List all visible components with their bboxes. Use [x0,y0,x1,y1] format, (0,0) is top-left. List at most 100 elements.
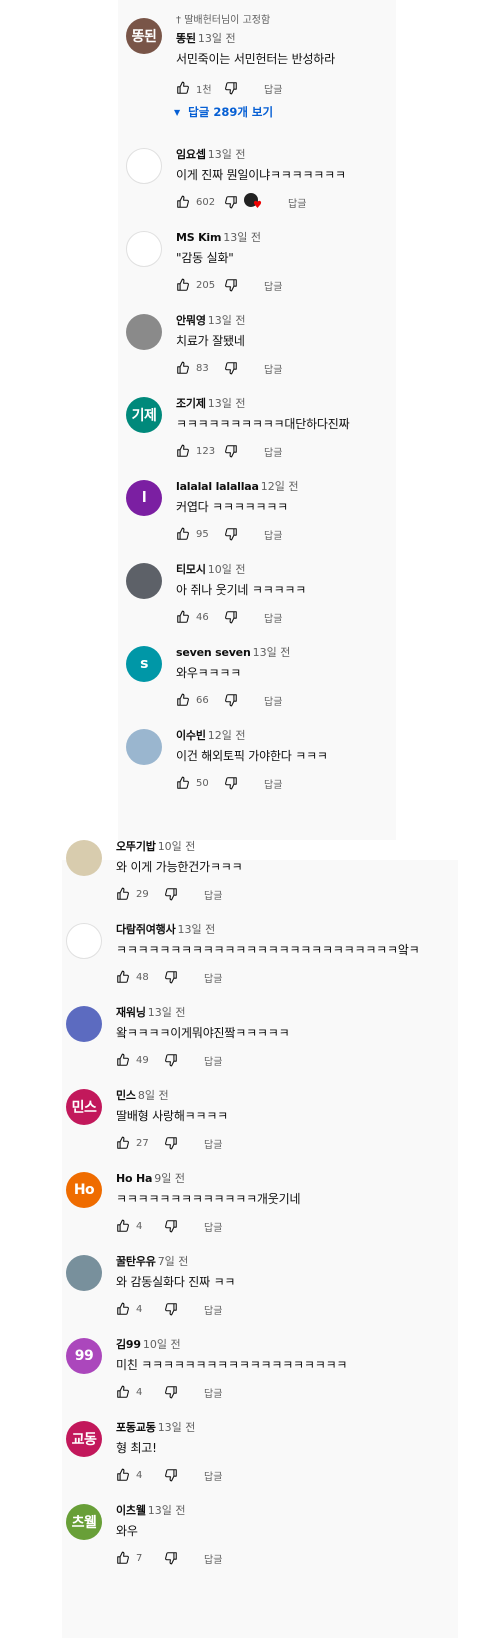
comment-time[interactable]: 8일 전 [138,1089,169,1102]
reply-button[interactable]: 답글 [204,1302,222,1317]
reply-button[interactable]: 답글 [264,444,282,459]
like-icon[interactable] [116,1385,130,1399]
avatar[interactable] [126,148,162,184]
comment-author[interactable]: seven seven [176,646,251,659]
comment-time[interactable]: 13일 전 [158,1421,196,1434]
like-icon[interactable] [116,1468,130,1482]
comment-time[interactable]: 12일 전 [208,729,246,742]
like-icon[interactable] [176,278,190,292]
comment-author[interactable]: 민스 [116,1089,136,1102]
like-icon[interactable] [176,776,190,790]
avatar[interactable]: Ho [66,1172,102,1208]
reply-button[interactable]: 답글 [204,887,222,902]
like-icon[interactable] [116,1219,130,1233]
dislike-icon[interactable] [164,1385,178,1399]
reply-button[interactable]: 답글 [264,527,282,542]
comment-author[interactable]: 이츠웰 [116,1504,146,1517]
comment-time[interactable]: 13일 전 [178,923,216,936]
like-icon[interactable] [176,444,190,458]
comment-author[interactable]: 안뭐영 [176,314,206,327]
like-icon[interactable] [176,527,190,541]
avatar[interactable]: 똥된 [126,18,162,54]
avatar[interactable] [66,923,102,959]
dislike-icon[interactable] [164,1302,178,1316]
comment-time[interactable]: 7일 전 [158,1255,189,1268]
comment-author[interactable]: MS Kim [176,231,221,244]
like-icon[interactable] [116,1302,130,1316]
reply-button[interactable]: 답글 [264,81,282,96]
avatar[interactable] [126,231,162,267]
dislike-icon[interactable] [224,776,238,790]
dislike-icon[interactable] [224,610,238,624]
avatar[interactable] [66,1255,102,1291]
avatar[interactable] [126,729,162,765]
dislike-icon[interactable] [224,361,238,375]
reply-button[interactable]: 답글 [264,361,282,376]
comment-author[interactable]: 이수빈 [176,729,206,742]
comment-author[interactable]: 조기제 [176,397,206,410]
avatar[interactable] [126,314,162,350]
comment-author[interactable]: 오뚜기밥 [116,840,156,853]
reply-button[interactable]: 답글 [288,195,306,210]
avatar[interactable] [66,840,102,876]
reply-button[interactable]: 답글 [264,693,282,708]
reply-button[interactable]: 답글 [264,610,282,625]
reply-button[interactable]: 답글 [204,1219,222,1234]
dislike-icon[interactable] [164,1136,178,1150]
comment-author[interactable]: 꿀탄우유 [116,1255,156,1268]
comment-author[interactable]: 재워닝 [116,1006,146,1019]
dislike-icon[interactable] [224,195,238,209]
dislike-icon[interactable] [164,887,178,901]
comment-time[interactable]: 13일 전 [148,1006,186,1019]
reply-button[interactable]: 답글 [264,278,282,293]
comment-author[interactable]: 김99 [116,1338,141,1351]
reply-button[interactable]: 답글 [204,1053,222,1068]
like-icon[interactable] [176,81,190,95]
comment-time[interactable]: 10일 전 [158,840,196,853]
avatar[interactable]: 츠웰 [66,1504,102,1540]
avatar[interactable]: l [126,480,162,516]
dislike-icon[interactable] [164,1219,178,1233]
avatar[interactable]: 99 [66,1338,102,1374]
comment-time[interactable]: 13일 전 [253,646,291,659]
reply-button[interactable]: 답글 [264,776,282,791]
dislike-icon[interactable] [224,81,238,95]
like-icon[interactable] [176,195,190,209]
comment-author[interactable]: Ho Ha [116,1172,152,1185]
avatar[interactable] [66,1006,102,1042]
avatar[interactable]: 기제 [126,397,162,433]
avatar[interactable]: 민스 [66,1089,102,1125]
dislike-icon[interactable] [224,278,238,292]
like-icon[interactable] [116,1136,130,1150]
reply-button[interactable]: 답글 [204,1468,222,1483]
dislike-icon[interactable] [224,444,238,458]
comment-time[interactable]: 12일 전 [261,480,299,493]
comment-time[interactable]: 13일 전 [208,314,246,327]
dislike-icon[interactable] [164,1551,178,1565]
avatar[interactable]: s [126,646,162,682]
reply-button[interactable]: 답글 [204,1385,222,1400]
reply-button[interactable]: 답글 [204,1136,222,1151]
comment-time[interactable]: 13일 전 [148,1504,186,1517]
like-icon[interactable] [116,1053,130,1067]
comment-time[interactable]: 13일 전 [208,397,246,410]
like-icon[interactable] [116,970,130,984]
comment-author[interactable]: 다람쥐여행사 [116,923,176,936]
comment-time[interactable]: 13일 전 [198,32,236,45]
dislike-icon[interactable] [224,527,238,541]
comment-time[interactable]: 10일 전 [208,563,246,576]
comment-author[interactable]: 포동교동 [116,1421,156,1434]
comment-author[interactable]: 똥된 [176,32,196,45]
comment-author[interactable]: 임요셉 [176,148,206,161]
view-replies-button[interactable]: ▼ 답글 289개 보기 [174,104,392,120]
comment-author[interactable]: lalalal lalallaa [176,480,259,493]
reply-button[interactable]: 답글 [204,1551,222,1566]
avatar[interactable]: 교동 [66,1421,102,1457]
comment-time[interactable]: 13일 전 [208,148,246,161]
comment-time[interactable]: 10일 전 [143,1338,181,1351]
comment-time[interactable]: 9일 전 [154,1172,185,1185]
reply-button[interactable]: 답글 [204,970,222,985]
like-icon[interactable] [176,361,190,375]
like-icon[interactable] [176,610,190,624]
dislike-icon[interactable] [224,693,238,707]
